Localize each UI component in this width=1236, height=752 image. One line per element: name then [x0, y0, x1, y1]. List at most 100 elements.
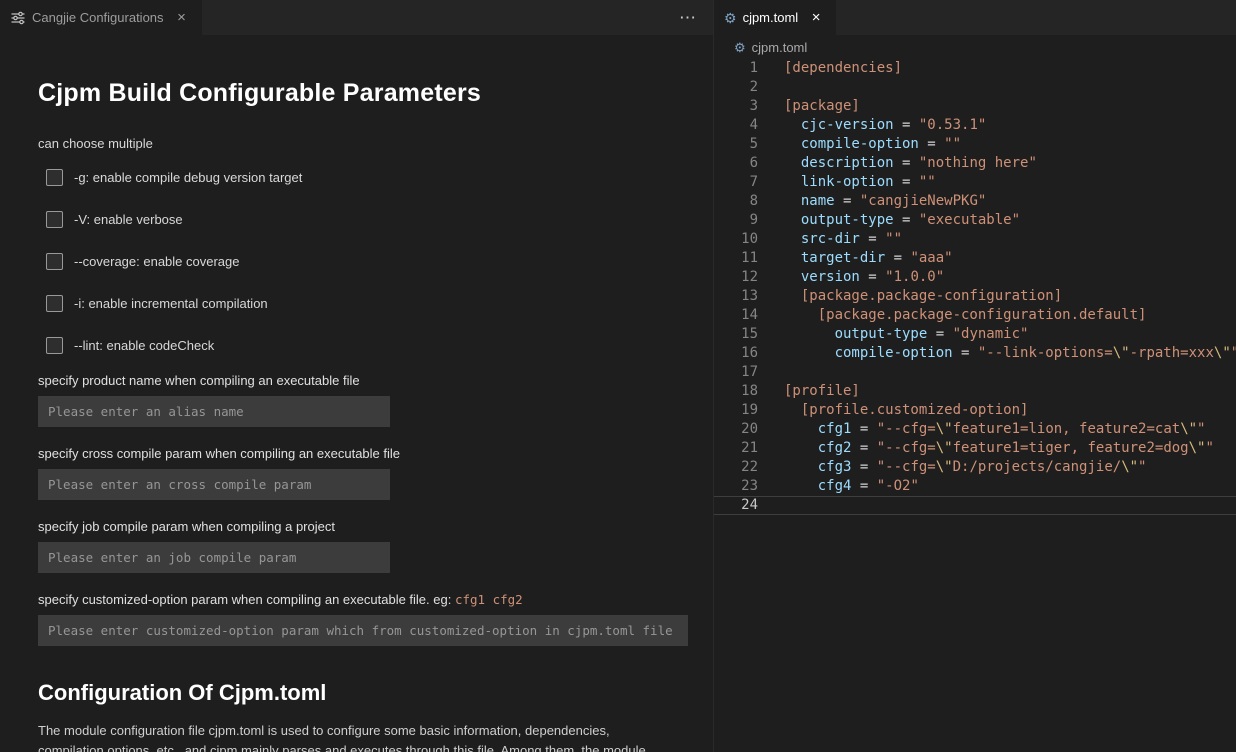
line-number: 10 — [714, 230, 758, 249]
section-body-configuration: The module configuration file cjpm.toml … — [38, 721, 652, 752]
checkbox-label: --lint: enable codeCheck — [74, 338, 214, 353]
checkbox-row-incremental-i[interactable]: -i: enable incremental compilation — [46, 295, 689, 312]
line-content — [758, 363, 784, 382]
line-number: 2 — [714, 78, 758, 97]
right-tabbar: ⚙ cjpm.toml × — [714, 0, 1236, 35]
line-number: 22 — [714, 458, 758, 477]
job-compile-param-label: specify job compile param when compiling… — [38, 519, 689, 534]
right-editor-group: ⚙ cjpm.toml × ⚙ cjpm.toml 1[dependencies… — [713, 0, 1236, 752]
code-line[interactable]: 1[dependencies] — [714, 59, 1236, 78]
line-content: cfg4 = "-O2" — [758, 477, 919, 496]
line-content — [758, 497, 784, 514]
line-content: target-dir = "aaa" — [758, 249, 953, 268]
line-content: cfg2 = "--cfg=\"feature1=tiger, feature2… — [758, 439, 1214, 458]
line-content: description = "nothing here" — [758, 154, 1037, 173]
close-icon[interactable]: × — [806, 8, 826, 28]
line-content: output-type = "dynamic" — [758, 325, 1028, 344]
checkbox-label: -i: enable incremental compilation — [74, 296, 268, 311]
checkbox-row-coverage[interactable]: --coverage: enable coverage — [46, 253, 689, 270]
checkbox-incremental-i[interactable] — [46, 295, 63, 312]
gear-file-icon: ⚙ — [734, 41, 746, 54]
customized-option-param-label: specify customized-option param when com… — [38, 592, 689, 607]
tab-label: Cangjie Configurations — [32, 10, 164, 25]
customized-option-param-input[interactable] — [38, 615, 688, 646]
breadcrumb: ⚙ cjpm.toml — [714, 35, 1236, 59]
line-number: 5 — [714, 135, 758, 154]
left-editor-group: Cangjie Configurations × ⋯ Cjpm Build Co… — [0, 0, 713, 752]
code-line[interactable]: 10 src-dir = "" — [714, 230, 1236, 249]
code-line[interactable]: 5 compile-option = "" — [714, 135, 1236, 154]
checkbox-label: -g: enable compile debug version target — [74, 170, 302, 185]
checkbox-row-lint[interactable]: --lint: enable codeCheck — [46, 337, 689, 354]
checkbox-list: -g: enable compile debug version target -… — [38, 169, 689, 354]
code-line[interactable]: 13 [package.package-configuration] — [714, 287, 1236, 306]
product-name-input[interactable] — [38, 396, 390, 427]
checkbox-row-debug-g[interactable]: -g: enable compile debug version target — [46, 169, 689, 186]
line-number: 23 — [714, 477, 758, 496]
checkbox-debug-g[interactable] — [46, 169, 63, 186]
cross-compile-param-label: specify cross compile param when compili… — [38, 446, 689, 461]
code-line[interactable]: 4 cjc-version = "0.53.1" — [714, 116, 1236, 135]
field-list: specify product name when compiling an e… — [38, 373, 689, 646]
line-content: [package.package-configuration.default] — [758, 306, 1146, 325]
code-line[interactable]: 14 [package.package-configuration.defaul… — [714, 306, 1236, 325]
line-content: [package] — [758, 97, 860, 116]
code-line[interactable]: 7 link-option = "" — [714, 173, 1236, 192]
line-number: 4 — [714, 116, 758, 135]
code-line[interactable]: 8 name = "cangjieNewPKG" — [714, 192, 1236, 211]
cangjie-configurations-webview: Cjpm Build Configurable Parameters can c… — [0, 35, 713, 752]
page-title: Cjpm Build Configurable Parameters — [38, 79, 689, 108]
job-compile-param-input[interactable] — [38, 542, 390, 573]
line-number: 11 — [714, 249, 758, 268]
line-number: 19 — [714, 401, 758, 420]
code-line[interactable]: 15 output-type = "dynamic" — [714, 325, 1236, 344]
configurations-icon — [10, 10, 26, 26]
code-line[interactable]: 11 target-dir = "aaa" — [714, 249, 1236, 268]
editor[interactable]: 1[dependencies]23[package]4 cjc-version … — [714, 59, 1236, 752]
section-title-configuration: Configuration Of Cjpm.toml — [38, 680, 689, 706]
line-content — [758, 78, 784, 97]
line-number: 15 — [714, 325, 758, 344]
line-content: src-dir = "" — [758, 230, 902, 249]
code-line[interactable]: 17 — [714, 363, 1236, 382]
cross-compile-param-input[interactable] — [38, 469, 390, 500]
code-line[interactable]: 22 cfg3 = "--cfg=\"D:/projects/cangjie/\… — [714, 458, 1236, 477]
left-tabbar: Cangjie Configurations × ⋯ — [0, 0, 713, 35]
editor-actions-more-icon[interactable]: ⋯ — [679, 0, 697, 35]
code-line[interactable]: 12 version = "1.0.0" — [714, 268, 1236, 287]
checkbox-label: -V: enable verbose — [74, 212, 183, 227]
line-content: cfg3 = "--cfg=\"D:/projects/cangjie/\"" — [758, 458, 1146, 477]
close-icon[interactable]: × — [172, 8, 192, 28]
checkbox-label: --coverage: enable coverage — [74, 254, 240, 269]
line-number: 24 — [714, 497, 758, 514]
field-product-name: specify product name when compiling an e… — [38, 373, 689, 427]
line-number: 1 — [714, 59, 758, 78]
line-content: link-option = "" — [758, 173, 936, 192]
line-number: 13 — [714, 287, 758, 306]
field-customized-option-param: specify customized-option param when com… — [38, 592, 689, 646]
field-cross-compile-param: specify cross compile param when compili… — [38, 446, 689, 500]
code-line[interactable]: 23 cfg4 = "-O2" — [714, 477, 1236, 496]
breadcrumb-item-cjpm-toml[interactable]: cjpm.toml — [752, 40, 808, 55]
line-number: 6 — [714, 154, 758, 173]
code-line[interactable]: 9 output-type = "executable" — [714, 211, 1236, 230]
checkbox-coverage[interactable] — [46, 253, 63, 270]
code-line[interactable]: 2 — [714, 78, 1236, 97]
code-line[interactable]: 3[package] — [714, 97, 1236, 116]
line-number: 14 — [714, 306, 758, 325]
code-line[interactable]: 19 [profile.customized-option] — [714, 401, 1236, 420]
field-job-compile-param: specify job compile param when compiling… — [38, 519, 689, 573]
code-line[interactable]: 18[profile] — [714, 382, 1236, 401]
code-line[interactable]: 20 cfg1 = "--cfg=\"feature1=lion, featur… — [714, 420, 1236, 439]
checkbox-row-verbose-v[interactable]: -V: enable verbose — [46, 211, 689, 228]
code-line[interactable]: 16 compile-option = "--link-options=\"-r… — [714, 344, 1236, 363]
line-number: 17 — [714, 363, 758, 382]
code-line[interactable]: 6 description = "nothing here" — [714, 154, 1236, 173]
tab-cjpm-toml[interactable]: ⚙ cjpm.toml × — [714, 0, 836, 35]
code-line[interactable]: 24 — [714, 496, 1236, 515]
tab-cangjie-configurations[interactable]: Cangjie Configurations × — [0, 0, 202, 35]
checkbox-verbose-v[interactable] — [46, 211, 63, 228]
line-number: 18 — [714, 382, 758, 401]
checkbox-lint[interactable] — [46, 337, 63, 354]
code-line[interactable]: 21 cfg2 = "--cfg=\"feature1=tiger, featu… — [714, 439, 1236, 458]
